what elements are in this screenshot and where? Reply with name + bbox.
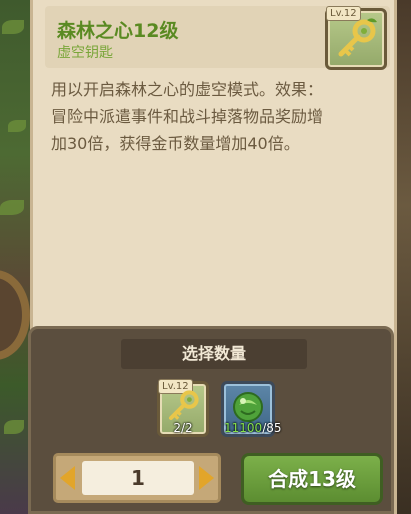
description-line: 冒险中派遣事件和战斗掉落物品奖励增 [51,107,324,126]
item-icon-slot[interactable]: Lv.12 [325,6,387,70]
golden-key-icon [169,390,199,420]
item-description: 用以开启森林之心的虚空模式。效果： 冒险中派遣事件和战斗掉落物品奖励增 加30倍… [51,76,381,157]
item-subtitle: 虚空钥匙 [57,45,113,61]
material-have: 2 [173,421,181,435]
material-count: 11100/85 [224,421,282,435]
increase-arrow-icon[interactable] [199,466,214,490]
select-quantity-title: 选择数量 [121,339,307,369]
description-line: 用以开启森林之心的虚空模式。效果： [51,80,324,99]
material-have: 11100 [224,421,263,435]
material-need: /2 [180,421,193,435]
material-need: /85 [262,421,282,435]
material-count: 2/2 [160,421,206,435]
green-orb-icon [233,392,263,422]
description-line: 加30倍，获得金币数量增加40倍。 [51,134,300,153]
decrease-arrow-icon[interactable] [60,466,75,490]
frame-edge [397,0,411,514]
item-title: 森林之心12级 [57,20,179,42]
material-slot-orb[interactable]: 11100/85 [221,381,282,437]
jungle-backdrop [0,0,30,514]
material-slot-key[interactable]: Lv.12 2/2 [157,379,209,437]
quantity-value[interactable]: 1 [82,461,194,495]
quantity-stepper: 1 [53,453,221,503]
craft-button[interactable]: 合成13级 [241,453,383,505]
golden-key-icon [338,18,377,57]
crafting-panel: 选择数量 Lv.12 2/2 11100/85 1 合成13级 [28,326,394,514]
